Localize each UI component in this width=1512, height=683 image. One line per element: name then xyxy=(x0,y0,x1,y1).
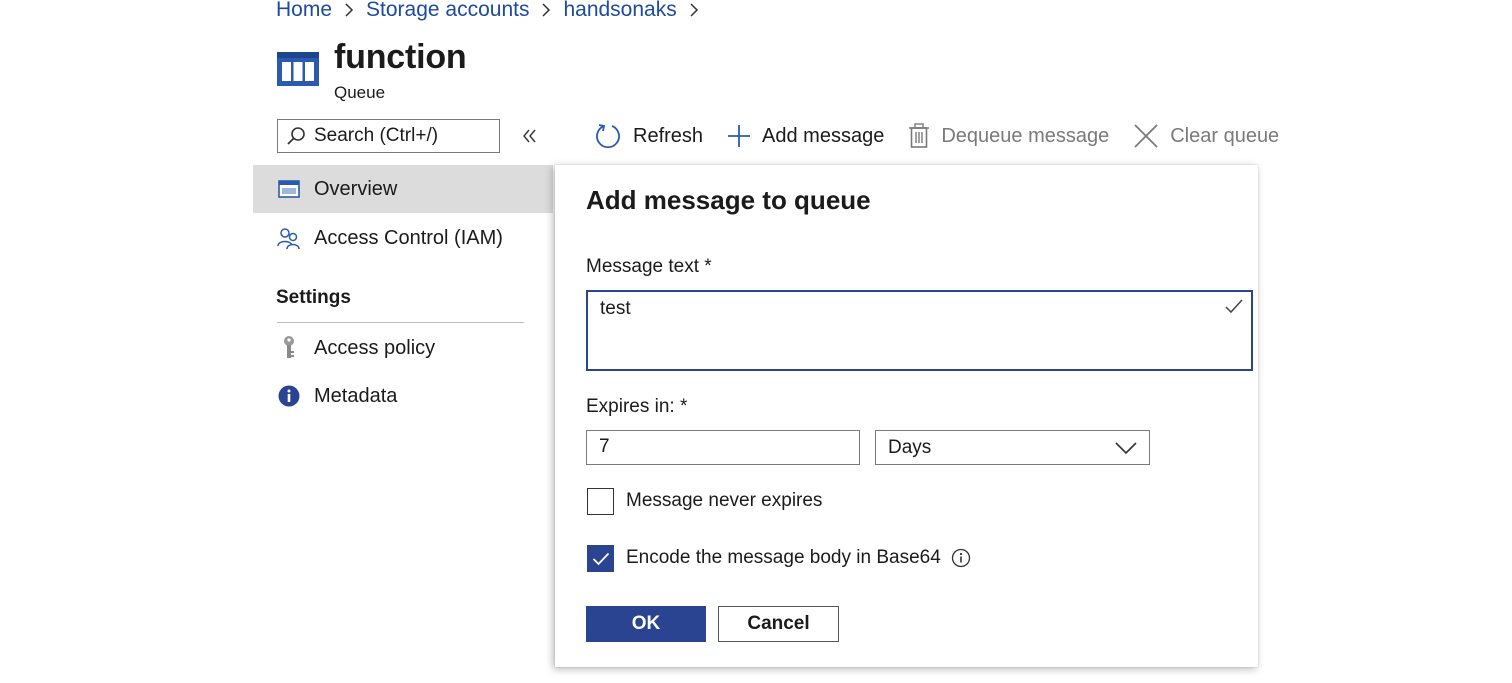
add-message-button[interactable]: Add message xyxy=(727,124,884,148)
refresh-icon xyxy=(594,122,622,150)
encode-base64-label: Encode the message body in Base64 xyxy=(626,547,941,568)
chevron-right-icon xyxy=(541,2,551,18)
info-icon[interactable] xyxy=(951,548,971,568)
never-expires-label: Message never expires xyxy=(626,490,823,511)
never-expires-checkbox[interactable] xyxy=(587,488,614,515)
toolbar: Refresh Add message Dequeue message Clea… xyxy=(594,120,1303,152)
checkmark-icon xyxy=(1224,298,1244,316)
sidebar-item-label: Access Control (IAM) xyxy=(314,226,503,249)
search-placeholder: Search (Ctrl+/) xyxy=(314,125,439,146)
search-input[interactable]: Search (Ctrl+/) xyxy=(277,119,500,153)
checkmark-icon xyxy=(592,552,610,566)
chevron-right-icon xyxy=(689,2,699,18)
info-icon xyxy=(277,385,301,407)
plus-icon xyxy=(727,124,751,148)
panel-title: Add message to queue xyxy=(586,185,871,215)
message-text-label: Message text * xyxy=(586,256,712,277)
expires-unit-select[interactable]: Days xyxy=(875,430,1150,465)
settings-heading: Settings xyxy=(276,287,351,308)
overview-icon xyxy=(277,180,301,198)
dequeue-message-button[interactable]: Dequeue message xyxy=(908,123,1109,149)
expires-unit-value: Days xyxy=(888,436,932,458)
divider xyxy=(277,322,524,323)
sidebar-item-access-control[interactable]: Access Control (IAM) xyxy=(253,214,553,262)
sidebar-item-label: Metadata xyxy=(314,384,398,407)
chevron-right-icon xyxy=(344,2,354,18)
breadcrumb: Home Storage accounts handsonaks xyxy=(276,0,711,23)
breadcrumb-storage-accounts[interactable]: Storage accounts xyxy=(366,0,529,22)
page-subtitle: Queue xyxy=(334,83,386,102)
add-message-label: Add message xyxy=(762,124,885,147)
clear-queue-button[interactable]: Clear queue xyxy=(1133,123,1279,149)
breadcrumb-home[interactable]: Home xyxy=(276,0,332,22)
message-text-field[interactable]: test xyxy=(586,290,1253,371)
breadcrumb-handsonaks[interactable]: handsonaks xyxy=(563,0,676,22)
expires-in-input[interactable]: 7 xyxy=(586,430,860,465)
sidebar-item-label: Access policy xyxy=(314,336,436,359)
sidebar-item-access-policy[interactable]: Access policy xyxy=(253,324,553,372)
queue-icon xyxy=(277,52,319,86)
dequeue-message-label: Dequeue message xyxy=(941,124,1110,147)
key-icon xyxy=(277,335,301,361)
sidebar-item-label: Overview xyxy=(314,177,398,200)
sidebar-item-overview[interactable]: Overview xyxy=(253,165,553,213)
trash-icon xyxy=(908,123,930,149)
chevron-down-icon xyxy=(1115,441,1137,454)
ok-button[interactable]: OK xyxy=(586,606,706,642)
sidebar-item-metadata[interactable]: Metadata xyxy=(253,372,553,420)
refresh-label: Refresh xyxy=(633,124,704,147)
search-icon xyxy=(286,126,306,146)
refresh-button[interactable]: Refresh xyxy=(594,122,703,150)
close-icon xyxy=(1133,123,1159,149)
collapse-sidebar-icon[interactable] xyxy=(520,125,540,147)
expires-in-label: Expires in: * xyxy=(586,396,688,417)
page-title: function xyxy=(334,38,467,76)
people-icon xyxy=(277,226,301,250)
encode-base64-checkbox[interactable] xyxy=(587,545,614,572)
cancel-button[interactable]: Cancel xyxy=(718,606,839,642)
clear-queue-label: Clear queue xyxy=(1170,124,1280,147)
